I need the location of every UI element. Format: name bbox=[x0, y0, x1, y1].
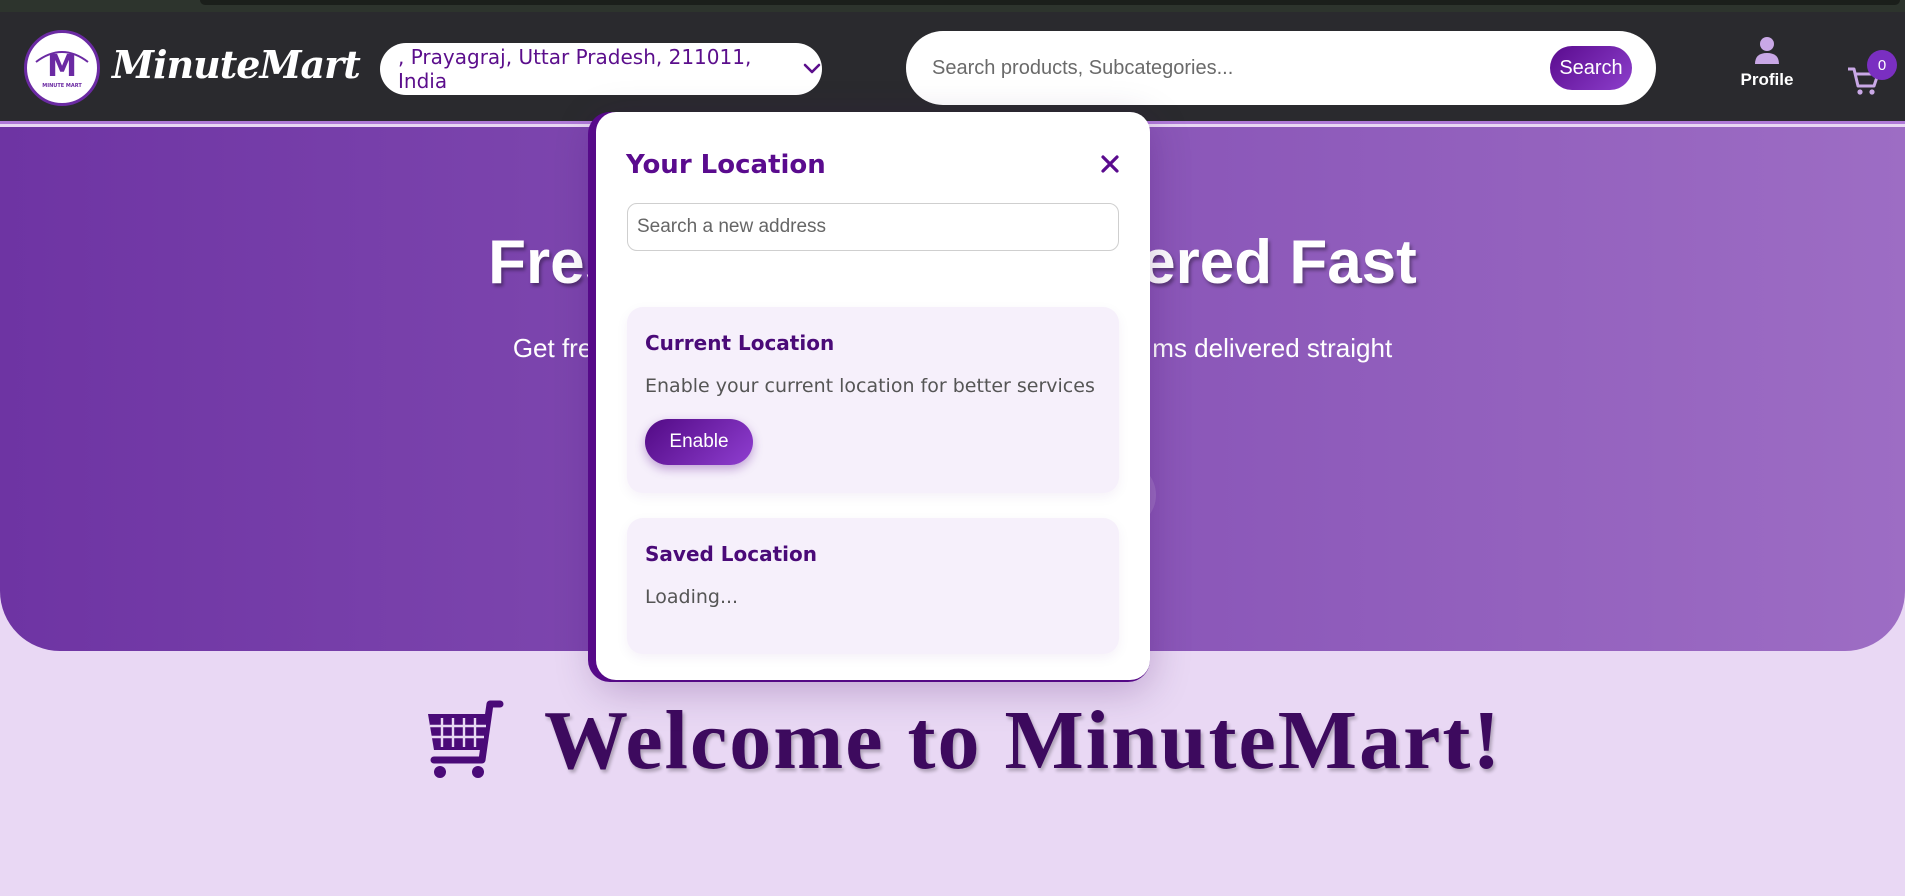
logo-letter: M bbox=[47, 49, 77, 84]
browser-tab-line bbox=[200, 0, 1900, 5]
hero-title-right: ered Fast bbox=[1141, 228, 1417, 297]
shopping-cart-icon bbox=[428, 700, 504, 778]
saved-location-card: Saved Location Loading... bbox=[627, 518, 1119, 654]
location-modal: Your Location Current Location Enable yo… bbox=[596, 112, 1150, 680]
brand-logo[interactable]: M MINUTE MART bbox=[24, 30, 100, 106]
close-icon[interactable] bbox=[1096, 150, 1124, 178]
logo-caption: MINUTE MART bbox=[42, 83, 82, 89]
modal-title: Your Location bbox=[626, 150, 826, 180]
location-text: , Prayagraj, Uttar Pradesh, 211011, Indi… bbox=[398, 45, 752, 93]
welcome-heading: Welcome to MinuteMart! bbox=[420, 690, 1520, 790]
welcome-text: Welcome to MinuteMart! bbox=[544, 693, 1503, 787]
address-search-input[interactable] bbox=[627, 203, 1119, 251]
user-icon bbox=[1755, 37, 1779, 64]
hero-subtitle-left: Get fre bbox=[512, 333, 593, 363]
search-bar: Search bbox=[906, 31, 1656, 105]
enable-location-button[interactable]: Enable bbox=[645, 419, 753, 465]
cart-button[interactable]: 0 bbox=[1845, 50, 1905, 104]
saved-location-status: Loading... bbox=[645, 586, 739, 608]
current-location-card: Current Location Enable your current loc… bbox=[627, 307, 1119, 493]
cart-count-badge: 0 bbox=[1867, 50, 1897, 80]
search-button[interactable]: Search bbox=[1550, 46, 1632, 90]
hero-subtitle-right: ms delivered straight bbox=[1152, 333, 1393, 363]
current-location-title: Current Location bbox=[645, 331, 835, 355]
current-location-text: Enable your current location for better … bbox=[645, 375, 1095, 397]
profile-link[interactable]: Profile bbox=[1735, 36, 1799, 106]
browser-top-strip bbox=[0, 0, 1905, 12]
profile-label: Profile bbox=[1740, 70, 1794, 89]
logo-mark-icon: M MINUTE MART bbox=[35, 49, 89, 89]
navbar: M MINUTE MART MinuteMart , Prayagraj, Ut… bbox=[0, 12, 1905, 124]
brand-name[interactable]: MinuteMart bbox=[112, 42, 361, 87]
saved-location-title: Saved Location bbox=[645, 542, 818, 566]
search-input[interactable] bbox=[932, 49, 1532, 87]
location-selector[interactable]: , Prayagraj, Uttar Pradesh, 211011, Indi… bbox=[380, 43, 822, 95]
chevron-down-icon bbox=[802, 62, 822, 76]
